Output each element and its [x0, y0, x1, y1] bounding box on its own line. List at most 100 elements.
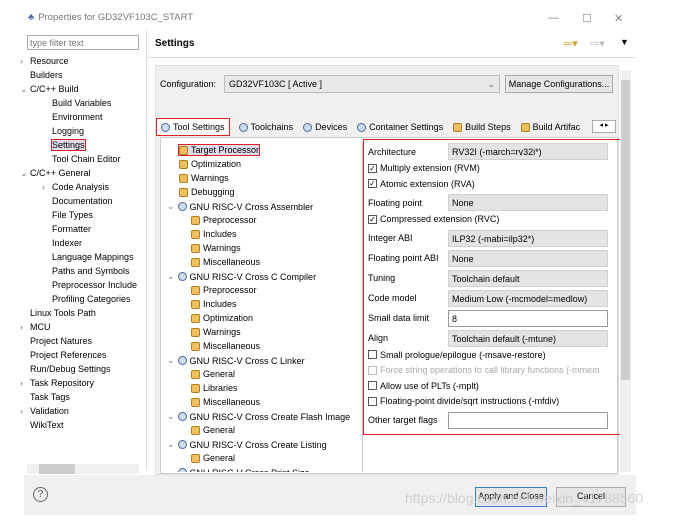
tool-tree-item[interactable]: General — [191, 369, 235, 379]
tree-item[interactable]: › Validation — [20, 406, 69, 416]
tool-tree-item[interactable]: Includes — [191, 299, 237, 309]
checkbox[interactable] — [368, 396, 377, 406]
maximize-button[interactable]: ☐ — [582, 12, 592, 25]
tab-devices[interactable]: Devices — [303, 122, 347, 132]
tab-build-artifac[interactable]: Build Artifac — [520, 122, 580, 132]
tree-item[interactable]: WikiText — [30, 420, 64, 430]
expand-arrow-icon[interactable]: › — [20, 56, 23, 66]
tree-item[interactable]: Tool Chain Editor — [52, 154, 121, 164]
expand-arrow-icon[interactable]: ⌄ — [20, 168, 28, 179]
setting-atomic-extension-rva[interactable]: ✓ Atomic extension (RVA) — [368, 179, 475, 189]
tool-tree-item[interactable]: Optimization — [191, 313, 253, 323]
expand-arrow-icon[interactable]: › — [20, 322, 23, 332]
dropdown[interactable]: Medium Low (-mcmodel=medlow) — [448, 289, 608, 307]
tool-tree-item[interactable]: ⌄ GNU RISC-V Cross Print Size — [167, 467, 310, 472]
tree-item[interactable]: › Code Analysis — [42, 182, 109, 192]
checkbox[interactable] — [368, 350, 377, 359]
tree-item[interactable]: Profiling Categories — [52, 294, 131, 304]
tree-item[interactable]: Task Tags — [30, 392, 70, 402]
setting-floating-point-divide-sqrt-instructions-mfdiv[interactable]: Floating-point divide/sqrt instructions … — [368, 396, 559, 406]
tool-tree-item[interactable]: Optimization — [179, 159, 241, 169]
setting-force-string-operations-to-call-library-functions-mmem[interactable]: Force string operations to call library … — [368, 365, 600, 375]
left-hscrollbar[interactable] — [27, 464, 139, 474]
expand-arrow-icon[interactable]: ⌄ — [167, 271, 175, 282]
setting-multiply-extension-rvm[interactable]: ✓ Multiply extension (RVM) — [368, 163, 480, 173]
expand-arrow-icon[interactable]: › — [42, 182, 45, 192]
tool-tree-item[interactable]: ⌄ GNU RISC-V Cross C Linker — [167, 355, 305, 366]
expand-arrow-icon[interactable]: ⌄ — [20, 84, 28, 95]
tree-item[interactable]: ⌄ C/C++ Build — [20, 84, 79, 94]
dropdown[interactable]: ILP32 (-mabi=ilp32*) — [448, 229, 608, 247]
tree-item[interactable]: File Types — [52, 210, 93, 220]
filter-input[interactable] — [27, 35, 139, 50]
tree-item[interactable]: Paths and Symbols — [52, 266, 130, 276]
checkbox[interactable] — [368, 381, 377, 390]
expand-arrow-icon[interactable]: ⌄ — [167, 411, 175, 422]
tool-tree-item[interactable]: Preprocessor — [191, 215, 257, 225]
tree-item[interactable]: Project Natures — [30, 336, 92, 346]
minimize-button[interactable]: — — [548, 12, 559, 24]
tab-scroll-buttons[interactable]: ◂ ▸ — [592, 120, 616, 133]
tree-item[interactable]: Environment — [52, 112, 103, 122]
setting-compressed-extension-rvc[interactable]: ✓ Compressed extension (RVC) — [368, 214, 499, 224]
tool-tree-item[interactable]: Debugging — [179, 187, 235, 197]
tool-tree-item[interactable]: Warnings — [179, 173, 229, 183]
tree-item[interactable]: › Task Repository — [20, 378, 94, 388]
expand-arrow-icon[interactable]: ⌄ — [167, 201, 175, 212]
tree-item[interactable]: Linux Tools Path — [30, 308, 96, 318]
tool-tree-item[interactable]: General — [191, 453, 235, 463]
forward-icon[interactable]: ⇨▾ — [590, 37, 605, 50]
expand-arrow-icon[interactable]: ⌄ — [167, 467, 175, 472]
tree-item[interactable]: › MCU — [20, 322, 51, 332]
tool-tree-item[interactable]: ⌄ GNU RISC-V Cross Create Flash Image — [167, 411, 350, 422]
expand-arrow-icon[interactable]: › — [20, 378, 23, 388]
tool-tree-item[interactable]: Preprocessor — [191, 285, 257, 295]
tool-tree-item[interactable]: Miscellaneous — [191, 341, 260, 351]
tab-container-settings[interactable]: Container Settings — [357, 122, 443, 132]
tree-item[interactable]: Build Variables — [52, 98, 111, 108]
tree-item[interactable]: Preprocessor Include — [52, 280, 137, 290]
tab-toolchains[interactable]: Toolchains — [238, 122, 293, 132]
close-button[interactable]: ✕ — [614, 12, 623, 25]
help-button[interactable]: ? — [33, 487, 48, 502]
tree-item[interactable]: Project References — [30, 350, 107, 360]
setting-small-prologue-epilogue-msave-restore[interactable]: Small prologue/epilogue (-msave-restore) — [368, 350, 546, 360]
tree-item[interactable]: ⌄ C/C++ General — [20, 168, 91, 178]
expand-arrow-icon[interactable]: › — [20, 406, 23, 416]
expand-arrow-icon[interactable]: ⌄ — [167, 355, 175, 366]
tree-item[interactable]: Language Mappings — [52, 252, 134, 262]
view-menu-icon[interactable]: ▼ — [620, 37, 629, 47]
tool-tree-item[interactable]: ⌄ GNU RISC-V Cross C Compiler — [167, 271, 316, 282]
scrollbar-thumb[interactable] — [621, 80, 630, 380]
checkbox[interactable]: ✓ — [368, 214, 377, 224]
setting-allow-use-of-plts-mplt[interactable]: Allow use of PLTs (-mplt) — [368, 381, 479, 391]
tool-tree-item[interactable]: Miscellaneous — [191, 397, 260, 407]
tool-tree-item[interactable]: Includes — [191, 229, 237, 239]
text-input[interactable]: 8 — [448, 309, 608, 327]
tree-item[interactable]: Builders — [30, 70, 63, 80]
tree-item[interactable]: Run/Debug Settings — [30, 364, 111, 374]
tool-tree-item[interactable]: Target Processor — [177, 144, 261, 156]
checkbox[interactable]: ✓ — [368, 179, 377, 188]
dropdown[interactable]: None — [448, 249, 608, 267]
tree-item[interactable]: Indexer — [52, 238, 82, 248]
tool-tree-item[interactable]: Warnings — [191, 243, 241, 253]
tool-tree-item[interactable]: ⌄ GNU RISC-V Cross Create Listing — [167, 439, 327, 450]
tree-item[interactable]: Logging — [52, 126, 84, 136]
tab-tool-settings[interactable]: Tool Settings — [156, 118, 230, 136]
configuration-select[interactable]: GD32VF103C [ Active ] ⌄ — [224, 75, 500, 93]
dropdown[interactable]: Toolchain default — [448, 269, 608, 287]
tree-item[interactable]: › Resource — [20, 56, 69, 66]
tree-item[interactable]: Settings — [51, 139, 86, 151]
tool-tree-item[interactable]: Miscellaneous — [191, 257, 260, 267]
expand-arrow-icon[interactable]: ⌄ — [167, 439, 175, 450]
tool-tree-item[interactable]: Libraries — [191, 383, 238, 393]
checkbox[interactable]: ✓ — [368, 163, 377, 173]
dropdown[interactable]: RV32I (-march=rv32i*) — [448, 143, 608, 160]
tree-item[interactable]: Documentation — [52, 196, 113, 206]
tool-tree-item[interactable]: Warnings — [191, 327, 241, 337]
text-input[interactable] — [448, 411, 608, 429]
tool-tree-item[interactable]: ⌄ GNU RISC-V Cross Assembler — [167, 201, 313, 212]
dropdown[interactable]: Toolchain default (-mtune) — [448, 329, 608, 347]
tree-item[interactable]: Formatter — [52, 224, 91, 234]
